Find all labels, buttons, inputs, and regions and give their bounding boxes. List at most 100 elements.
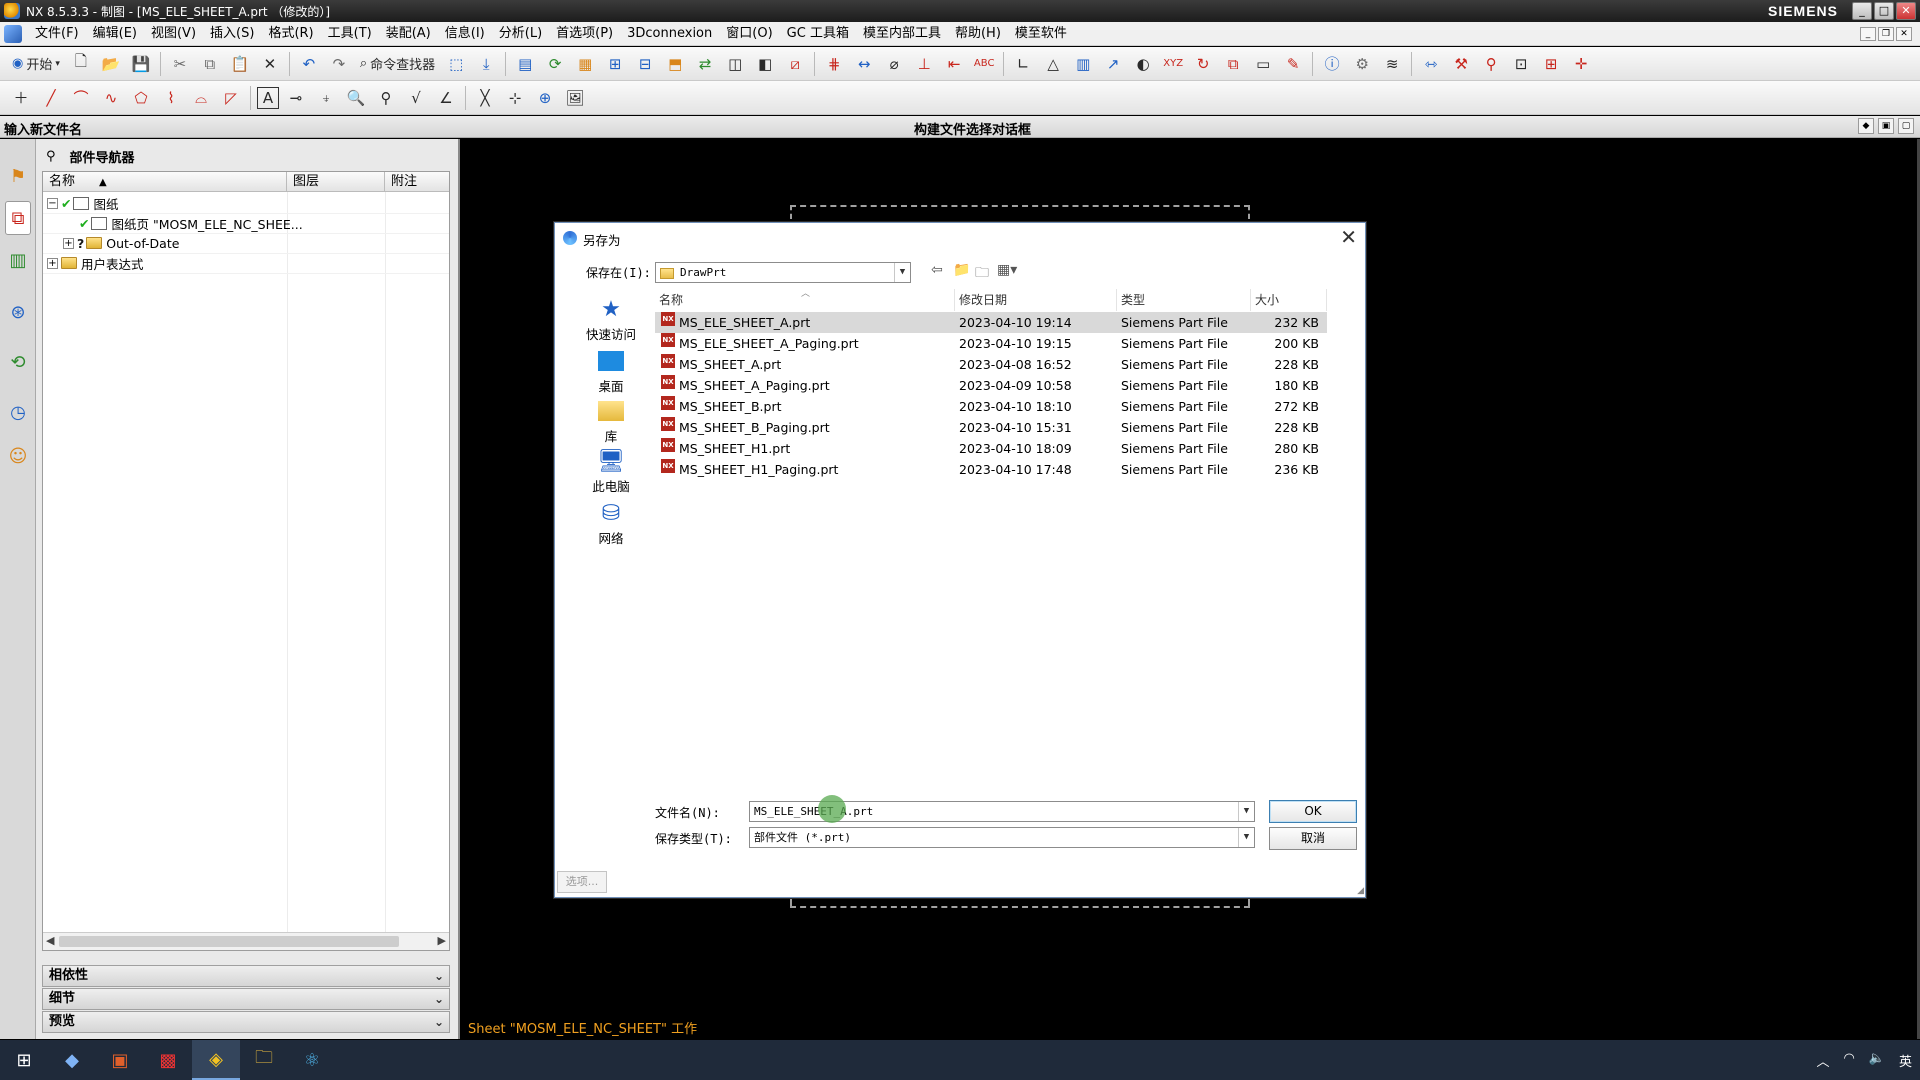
- roles-icon[interactable]: ☺: [5, 439, 31, 473]
- menu-edit[interactable]: 编辑(E): [86, 23, 144, 45]
- menu-format[interactable]: 格式(R): [261, 23, 320, 45]
- surface-finish-icon[interactable]: ⍖: [313, 85, 339, 111]
- place-network[interactable]: ⛁ 网络: [565, 501, 657, 547]
- expand-toggle[interactable]: +: [63, 237, 74, 249]
- tree-node-out-of-date[interactable]: + ? Out-of-Date: [63, 233, 179, 253]
- web-browser-icon[interactable]: ⊛: [5, 295, 31, 329]
- weld-symbol-icon[interactable]: ⚲: [373, 85, 399, 111]
- mdi-restore-button[interactable]: ❐: [1878, 27, 1894, 41]
- view-menu-icon[interactable]: ▦▾: [997, 262, 1017, 278]
- file-row[interactable]: NX MS_SHEET_B.prt 2023-04-10 18:10 Sieme…: [655, 396, 1327, 417]
- column-name-header[interactable]: 名称 ︿: [655, 289, 955, 311]
- target-icon[interactable]: ⊕: [532, 85, 558, 111]
- task-view-icon[interactable]: ◆: [48, 1040, 96, 1080]
- menu-app-icon[interactable]: [4, 24, 22, 43]
- datum-icon[interactable]: ⇤: [941, 51, 967, 77]
- column-size-header[interactable]: 大小: [1251, 289, 1327, 311]
- file-row[interactable]: NX MS_SHEET_H1.prt 2023-04-10 18:09 Siem…: [655, 438, 1327, 459]
- new-folder-icon[interactable]: 🗀: [975, 262, 989, 286]
- pin-icon[interactable]: ⚲: [46, 149, 56, 164]
- cancel-button[interactable]: 取消: [1269, 827, 1357, 850]
- broken-view-icon[interactable]: ⧄: [782, 51, 808, 77]
- menu-insert[interactable]: 插入(S): [203, 23, 261, 45]
- edit-icon[interactable]: ✎: [1280, 51, 1306, 77]
- clock-icon[interactable]: ◷: [5, 395, 31, 429]
- view-dependent-edit-icon[interactable]: ⇄: [692, 51, 718, 77]
- resize-grip-icon[interactable]: ◢: [1357, 886, 1364, 896]
- projected-view-icon[interactable]: ⊞: [602, 51, 628, 77]
- nx-taskbar-icon[interactable]: ▩: [144, 1040, 192, 1080]
- plus-icon[interactable]: ＋: [8, 85, 34, 111]
- close-icon[interactable]: ✕: [1340, 225, 1357, 249]
- mdi-close-button[interactable]: ✕: [1896, 27, 1912, 41]
- delete-icon[interactable]: ✕: [257, 51, 283, 77]
- menu-tools[interactable]: 工具(T): [321, 23, 379, 45]
- expand-toggle[interactable]: +: [47, 257, 58, 269]
- windows-start-icon[interactable]: ⊞: [0, 1040, 48, 1080]
- line-icon[interactable]: ╱: [38, 85, 64, 111]
- copy-icon[interactable]: ⧉: [197, 51, 223, 77]
- frame-icon[interactable]: ⊡: [1508, 51, 1534, 77]
- image-icon[interactable]: 🖼: [562, 85, 588, 111]
- scroll-right-icon[interactable]: ▶: [438, 934, 446, 947]
- abc-text-icon[interactable]: ABC: [971, 51, 997, 77]
- file-row[interactable]: NX MS_SHEET_A.prt 2023-04-08 16:52 Sieme…: [655, 354, 1327, 375]
- paste-icon[interactable]: 📋: [227, 51, 253, 77]
- chamfer-icon[interactable]: ◸: [218, 85, 244, 111]
- triangle-icon[interactable]: △: [1040, 51, 1066, 77]
- column-name-header[interactable]: 名称 ▲: [43, 172, 287, 192]
- dialog-title-bar[interactable]: 另存为 ✕: [555, 223, 1365, 253]
- menu-file[interactable]: 文件(F): [28, 23, 86, 45]
- column-comment-header[interactable]: 附注: [385, 172, 449, 192]
- menu-3dconnexion[interactable]: 3Dconnexion: [620, 23, 719, 45]
- powerpoint-icon[interactable]: ▣: [96, 1040, 144, 1080]
- options-button[interactable]: 选项...: [557, 871, 607, 893]
- target-point-icon[interactable]: ◐: [1130, 51, 1156, 77]
- nx-active-taskbar-icon[interactable]: ◈: [192, 1040, 240, 1080]
- new-sheet-icon[interactable]: ▤: [512, 51, 538, 77]
- window-icon[interactable]: ▢: [1898, 118, 1914, 134]
- place-desktop[interactable]: 桌面: [565, 349, 657, 395]
- input-language-indicator[interactable]: 英: [1899, 1051, 1912, 1070]
- text-note-icon[interactable]: A: [257, 86, 279, 109]
- leader-icon[interactable]: ↗: [1100, 51, 1126, 77]
- panel-icon[interactable]: ▣: [1878, 118, 1894, 134]
- cross-icon[interactable]: ╳: [472, 85, 498, 111]
- mold-tool-icon[interactable]: ⚒: [1448, 51, 1474, 77]
- update-views-icon[interactable]: ⟳: [542, 51, 568, 77]
- history-icon[interactable]: ⟲: [5, 345, 31, 379]
- menu-window[interactable]: 窗口(O): [719, 23, 779, 45]
- trim-icon[interactable]: ⌇: [158, 85, 184, 111]
- collapse-toggle[interactable]: −: [47, 197, 58, 209]
- pattern-icon[interactable]: ⊞: [1538, 51, 1564, 77]
- menu-help[interactable]: 帮助(H): [948, 23, 1008, 45]
- open-folder-icon[interactable]: 📂: [98, 51, 124, 77]
- xyz-icon[interactable]: XYZ: [1160, 51, 1186, 77]
- tray-overflow-icon[interactable]: ︿: [1816, 1051, 1829, 1070]
- crosshair-icon[interactable]: ✛: [1568, 51, 1594, 77]
- zoom-icon[interactable]: 🔍: [343, 85, 369, 111]
- file-row[interactable]: NX MS_ELE_SHEET_A_Paging.prt 2023-04-10 …: [655, 333, 1327, 354]
- centerline-icon[interactable]: ⊹: [502, 85, 528, 111]
- table-icon[interactable]: ▥: [1070, 51, 1096, 77]
- rotate-icon[interactable]: ↻: [1190, 51, 1216, 77]
- grid-icon[interactable]: ⋕: [821, 51, 847, 77]
- spline-icon[interactable]: ∿: [98, 85, 124, 111]
- place-quick-access[interactable]: ★ 快速访问: [565, 297, 657, 343]
- close-window-button[interactable]: ✕: [1896, 2, 1916, 20]
- measure-icon[interactable]: ⇿: [1418, 51, 1444, 77]
- menu-analysis[interactable]: 分析(L): [492, 23, 549, 45]
- redo-icon[interactable]: ↷: [326, 51, 352, 77]
- tolerance-icon[interactable]: ⌀: [881, 51, 907, 77]
- menu-mold-software[interactable]: 模至软件: [1008, 23, 1074, 45]
- tree-node-sheet[interactable]: ✔ 图纸页 "MOSM_ELE_NC_SHEE...: [79, 213, 303, 233]
- snap-icon[interactable]: ⤓: [473, 51, 499, 77]
- mdi-minimize-button[interactable]: _: [1860, 27, 1876, 41]
- settings-gear-icon[interactable]: ⚙: [1349, 51, 1375, 77]
- file-explorer-icon[interactable]: 🗀: [240, 1040, 288, 1080]
- cut-icon[interactable]: ✂: [167, 51, 193, 77]
- dependencies-panel[interactable]: 相依性 ⌄: [42, 965, 450, 987]
- break-out-section-icon[interactable]: ◧: [752, 51, 778, 77]
- check-icon[interactable]: ⚲: [1478, 51, 1504, 77]
- horizontal-scrollbar[interactable]: ◀ ▶: [43, 932, 449, 950]
